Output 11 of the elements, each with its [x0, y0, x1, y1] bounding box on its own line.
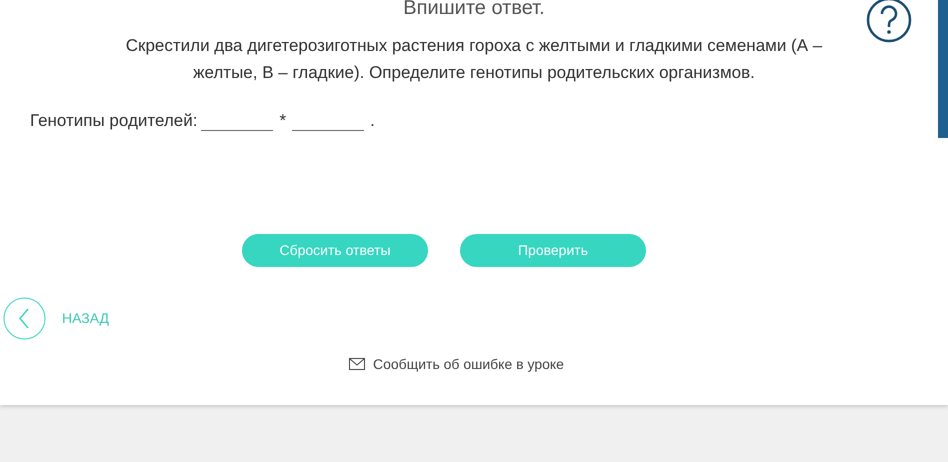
- question-text: Скрестили два дигетерозиготных растения гороха с желтыми и гладкими семенами (А – желтые, В – гладкие). Определите генотипы родительских организмов.: [124, 35, 824, 84]
- cross-sign: *: [279, 110, 286, 132]
- action-button[interactable]: Проверить: [460, 234, 646, 266]
- help-icon[interactable]: [866, 0, 912, 43]
- answer-label: Генотипы родителей:: [30, 110, 198, 132]
- back-link[interactable]: НАЗАД: [62, 308, 110, 328]
- report-error-link[interactable]: Сообщить об ошибке в уроке: [373, 354, 564, 374]
- period-mark: .: [370, 110, 375, 132]
- mail-icon: [349, 358, 365, 370]
- action-button[interactable]: Сбросить ответы: [242, 234, 428, 266]
- heading: Впишите ответ.: [403, 0, 545, 19]
